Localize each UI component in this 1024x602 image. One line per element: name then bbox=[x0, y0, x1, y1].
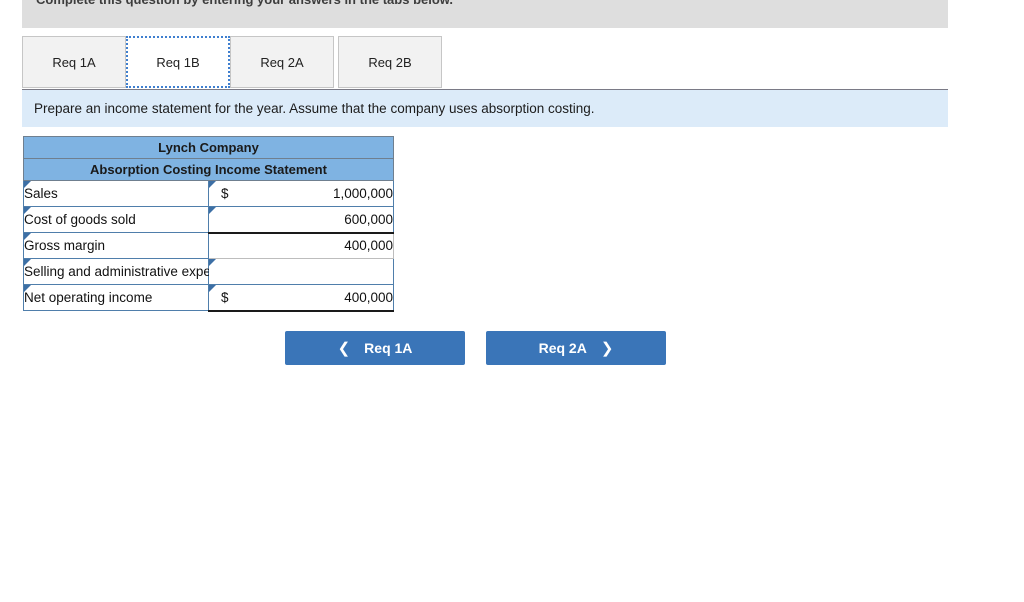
table-row: Sales $1,000,000 bbox=[23, 180, 394, 207]
cell-marker-icon bbox=[209, 207, 216, 214]
chevron-right-icon: ❯ bbox=[600, 339, 614, 357]
tab-req-2b[interactable]: Req 2B bbox=[338, 36, 442, 88]
tab-req-1b[interactable]: Req 1B bbox=[126, 36, 230, 88]
instruction-bar: Prepare an income statement for the year… bbox=[22, 89, 948, 127]
row-value-cell[interactable]: 400,000 bbox=[208, 231, 394, 259]
row-value-cell[interactable]: $1,000,000 bbox=[208, 180, 394, 207]
table-row: Cost of goods sold 600,000 bbox=[23, 206, 394, 233]
tab-label: Req 1A bbox=[52, 54, 96, 70]
row-label: Cost of goods sold bbox=[24, 212, 136, 227]
next-requirement-button[interactable]: Req 2A ❯ bbox=[486, 331, 666, 365]
next-requirement-label: Req 2A bbox=[538, 340, 587, 356]
row-label-cell[interactable]: Selling and administrative expense bbox=[23, 258, 233, 285]
row-label: Net operating income bbox=[24, 290, 153, 305]
tab-label: Req 2A bbox=[260, 54, 304, 70]
row-value-cell[interactable] bbox=[208, 258, 394, 285]
row-label: Sales bbox=[24, 186, 58, 201]
table-row: Selling and administrative expense bbox=[23, 258, 394, 285]
chevron-left-icon: ❮ bbox=[337, 339, 351, 357]
row-value: 400,000 bbox=[344, 289, 393, 305]
prev-requirement-label: Req 1A bbox=[364, 340, 413, 356]
cell-marker-icon bbox=[209, 259, 216, 266]
statement-rows: Sales $1,000,000 Cost of goods sold 600,000… bbox=[23, 180, 394, 312]
row-label-cell[interactable]: Cost of goods sold bbox=[23, 206, 209, 233]
currency-symbol: $ bbox=[221, 289, 229, 305]
tab-req-1a[interactable]: Req 1A bbox=[22, 36, 126, 88]
row-value-cell[interactable]: $400,000 bbox=[208, 284, 394, 312]
table-row: Gross margin 400,000 bbox=[23, 231, 394, 259]
row-value-cell[interactable]: 600,000 bbox=[208, 206, 394, 233]
tab-req-2a[interactable]: Req 2A bbox=[230, 36, 334, 88]
question-prompt-text: Complete this question by entering your … bbox=[36, 0, 453, 7]
statement-title-header: Absorption Costing Income Statement bbox=[23, 158, 394, 181]
table-row: Net operating income $400,000 bbox=[23, 284, 394, 312]
table-header-row-company: Lynch Company bbox=[23, 136, 394, 159]
row-value: 1,000,000 bbox=[332, 186, 393, 201]
table-header-row-title: Absorption Costing Income Statement bbox=[23, 158, 394, 181]
question-prompt-bar: Complete this question by entering your … bbox=[22, 0, 948, 28]
absorption-costing-income-statement-table: Lynch Company Absorption Costing Income … bbox=[23, 136, 394, 312]
row-label-cell[interactable]: Net operating income bbox=[23, 284, 209, 311]
row-label: Selling and administrative expense bbox=[24, 264, 233, 279]
currency-symbol: $ bbox=[221, 186, 229, 201]
tab-label: Req 1B bbox=[156, 54, 200, 70]
instruction-text: Prepare an income statement for the year… bbox=[34, 101, 595, 116]
company-name-header: Lynch Company bbox=[23, 136, 394, 159]
row-value: 400,000 bbox=[344, 238, 393, 254]
requirement-tab-strip: Req 1A Req 1B Req 2A Req 2B bbox=[22, 36, 948, 88]
row-label: Gross margin bbox=[24, 238, 106, 253]
tab-label: Req 2B bbox=[368, 54, 412, 70]
row-value: 600,000 bbox=[344, 211, 393, 227]
prev-requirement-button[interactable]: ❮ Req 1A bbox=[285, 331, 465, 365]
row-label-cell[interactable]: Gross margin bbox=[23, 232, 209, 259]
row-label-cell[interactable]: Sales bbox=[23, 180, 209, 207]
